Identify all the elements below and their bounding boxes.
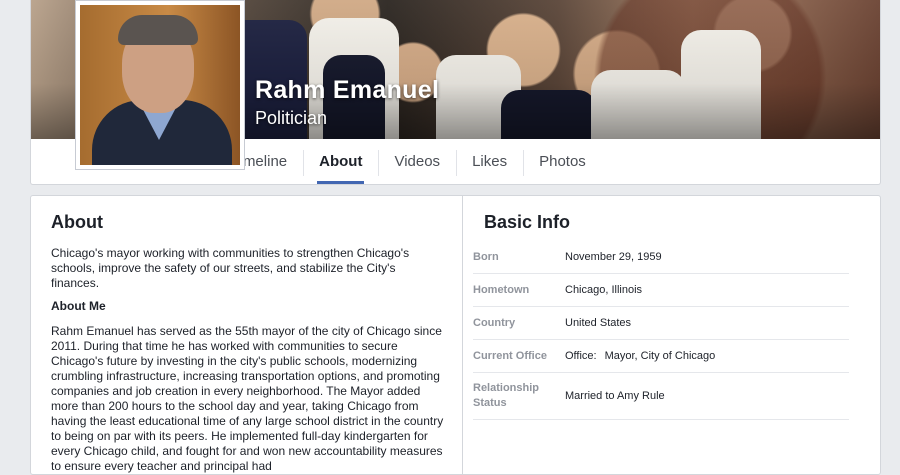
basic-info-section: Basic Info Born November 29, 1959 Hometo… <box>463 196 881 474</box>
profile-picture[interactable] <box>75 0 245 170</box>
profile-name-block: Rahm Emanuel Politician <box>255 76 439 129</box>
tab-photos[interactable]: Photos <box>523 140 602 184</box>
about-title: About <box>51 212 103 232</box>
about-card: About Chicago's mayor working with commu… <box>30 195 881 475</box>
office-label: Current Office <box>473 349 547 362</box>
office-key: Office: <box>565 350 597 362</box>
info-row-born: Born November 29, 1959 <box>473 241 849 274</box>
tab-about[interactable]: About <box>303 140 378 184</box>
country-label: Country <box>473 316 516 329</box>
profile-category: Politician <box>255 108 328 128</box>
tab-likes[interactable]: Likes <box>456 140 523 184</box>
info-row-office: Current Office Office: Mayor, City of Chi… <box>473 340 849 373</box>
about-intro: Chicago's mayor working with communities… <box>51 246 410 290</box>
tab-videos[interactable]: Videos <box>378 140 456 184</box>
relationship-value[interactable]: Married to Amy Rule <box>565 390 665 402</box>
profile-tabs: Timeline About Videos Likes Photos <box>215 140 602 184</box>
about-me-text: Rahm Emanuel has served as the 55th mayo… <box>51 324 444 473</box>
basic-info-table: Born November 29, 1959 Hometown Chicago,… <box>473 241 849 420</box>
profile-photo <box>80 5 240 165</box>
hometown-label: Hometown <box>473 283 530 296</box>
office-value: Mayor, City of Chicago <box>604 350 716 362</box>
country-value: United States <box>565 317 632 329</box>
about-me-heading: About Me <box>51 299 106 313</box>
info-row-country: Country United States <box>473 307 849 340</box>
info-row-relationship: Relationship Status Married to Amy Rule <box>473 373 849 420</box>
basic-info-title: Basic Info <box>484 212 571 232</box>
born-value: November 29, 1959 <box>565 251 662 263</box>
about-section: About Chicago's mayor working with commu… <box>31 196 462 474</box>
born-label: Born <box>473 250 499 263</box>
info-row-hometown: Hometown Chicago, Illinois <box>473 274 849 307</box>
profile-name[interactable]: Rahm Emanuel <box>255 76 439 105</box>
office-value-wrap: Office: Mayor, City of Chicago <box>565 350 715 362</box>
relationship-label: Relationship Status <box>473 382 540 409</box>
profile-header: Rahm Emanuel Politician Timeline About V… <box>30 0 881 185</box>
hometown-value[interactable]: Chicago, Illinois <box>565 284 642 296</box>
